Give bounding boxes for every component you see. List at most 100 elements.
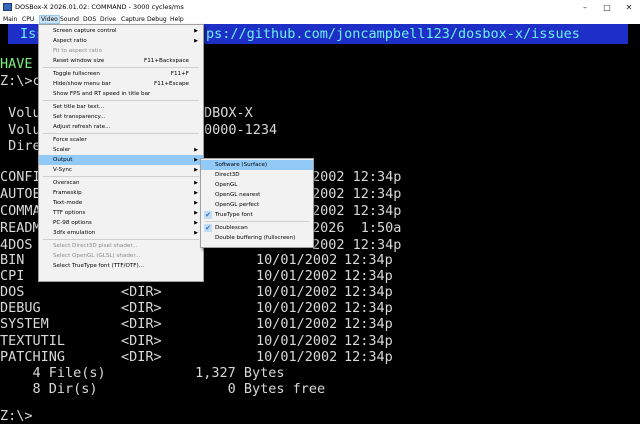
dir-entry-time: 12:34p bbox=[344, 252, 393, 268]
video-menu-item-3dfx-emulation[interactable]: 3dfx emulation ▶ bbox=[39, 228, 203, 238]
dir-entry-tag: <DIR> bbox=[121, 349, 162, 365]
video-menu-item-pc-98-options[interactable]: PC-98 options ▶ bbox=[39, 218, 203, 228]
menu-item-label: TrueType font bbox=[215, 212, 253, 218]
menu-help[interactable]: Help bbox=[170, 15, 184, 24]
output-menu-item-opengl-perfect[interactable]: OpenGL perfect bbox=[201, 200, 313, 210]
dir-entry-name: SYSTEM bbox=[0, 316, 49, 332]
video-menu-item-frameskip[interactable]: Frameskip ▶ bbox=[39, 188, 203, 198]
menu-item-label: Overscan bbox=[53, 180, 80, 186]
video-menu-item-aspect-ratio[interactable]: Aspect ratio ▶ bbox=[39, 36, 203, 46]
dir-entry-date: 10/01/2002 bbox=[256, 333, 338, 349]
video-menu-item-text-mode[interactable]: Text-mode ▶ bbox=[39, 198, 203, 208]
dosbox-app-icon bbox=[3, 3, 12, 11]
video-menu-item-adjust-refresh-rate[interactable]: Adjust refresh rate... bbox=[39, 122, 203, 132]
volume-line-2-tail: 0000-1234 bbox=[204, 122, 278, 138]
video-menu-item-screen-capture-control[interactable]: Screen capture control ▶ bbox=[39, 26, 203, 36]
output-menu-item-truetype-font[interactable]: ✔ TrueType font bbox=[201, 210, 313, 220]
menu-capture[interactable]: Capture bbox=[121, 15, 145, 24]
menu-item-label: Frameskip bbox=[53, 190, 82, 196]
video-menu-item-scaler[interactable]: Scaler ▶ bbox=[39, 145, 203, 155]
menu-item-label: Reset window size bbox=[53, 58, 105, 64]
menu-debug[interactable]: Debug bbox=[147, 15, 167, 24]
video-menu-item-output[interactable]: Output ▶ bbox=[39, 155, 203, 165]
menu-dos[interactable]: DOS bbox=[83, 15, 96, 24]
file-entry-date: 2026 1:50a bbox=[312, 220, 402, 236]
dir-entry-tag: <DIR> bbox=[121, 316, 162, 332]
menu-separator bbox=[205, 221, 309, 222]
menu-video[interactable]: Video bbox=[39, 15, 60, 24]
menu-item-label: Adjust refresh rate... bbox=[53, 124, 111, 130]
menu-item-label: Select Direct3D pixel shader... bbox=[53, 243, 138, 249]
video-menu-item-v-sync[interactable]: V-Sync ▶ bbox=[39, 165, 203, 175]
video-menu-item-reset-window-size[interactable]: Reset window size F11+Backspace bbox=[39, 56, 203, 66]
directory-line: Dire bbox=[0, 138, 41, 154]
video-menu-item-fit-to-aspect-ratio: Fit to aspect ratio bbox=[39, 46, 203, 56]
menu-item-label: Software (Surface) bbox=[215, 162, 268, 168]
menu-item-label: Show FPS and RT speed in title bar bbox=[53, 91, 151, 97]
menu-separator bbox=[43, 176, 199, 177]
prompt-partial: Z:\>c bbox=[0, 73, 41, 89]
submenu-arrow-icon: ▶ bbox=[194, 210, 198, 216]
video-menu-item-select-truetype-font-ttf-otf[interactable]: Select TrueType font (TTF/OTF)... bbox=[39, 261, 203, 271]
summary-dirs: 8 Dir(s) 0 Bytes free bbox=[0, 381, 326, 397]
menu-item-label: Output bbox=[53, 157, 73, 163]
minimize-button[interactable]: – bbox=[574, 0, 596, 14]
file-entry-name: CONFI bbox=[0, 169, 41, 185]
menu-item-label: Scaler bbox=[53, 147, 71, 153]
video-menu-item-overscan[interactable]: Overscan ▶ bbox=[39, 178, 203, 188]
menu-main[interactable]: Main bbox=[3, 15, 17, 24]
output-menu-item-opengl[interactable]: OpenGL bbox=[201, 180, 313, 190]
output-menu-item-opengl-nearest[interactable]: OpenGL nearest bbox=[201, 190, 313, 200]
menu-item-label: Screen capture control bbox=[53, 28, 117, 34]
file-entry-name: 4DOS bbox=[0, 237, 33, 253]
menu-separator bbox=[43, 239, 199, 240]
submenu-arrow-icon: ▶ bbox=[194, 38, 198, 44]
video-menu-item-toggle-fullscreen[interactable]: Toggle fullscreen F11+F bbox=[39, 69, 203, 79]
menu-item-shortcut: F11+F bbox=[170, 71, 189, 77]
submenu-arrow-icon: ▶ bbox=[194, 147, 198, 153]
video-menu-item-show-fps-and-rt-speed-in-title-bar[interactable]: Show FPS and RT speed in title bar bbox=[39, 89, 203, 99]
command-prompt[interactable]: Z:\> bbox=[0, 408, 33, 424]
submenu-arrow-icon: ▶ bbox=[194, 167, 198, 173]
menu-item-label: OpenGL perfect bbox=[215, 202, 260, 208]
window-title: DOSBox-X 2026.01.02: COMMAND - 3000 cycl… bbox=[15, 3, 184, 11]
video-menu-item-select-direct3d-pixel-shader: Select Direct3D pixel shader... bbox=[39, 241, 203, 251]
dir-entry-tag: <DIR> bbox=[121, 333, 162, 349]
menu-item-label: Hide/show menu bar bbox=[53, 81, 111, 87]
menu-item-label: Select TrueType font (TTF/OTF)... bbox=[53, 263, 145, 269]
dir-entry-time: 12:34p bbox=[344, 349, 393, 365]
video-menu-item-hide-show-menu-bar[interactable]: Hide/show menu bar F11+Escape bbox=[39, 79, 203, 89]
menu-drive[interactable]: Drive bbox=[100, 15, 116, 24]
file-entry-date: 2002 12:34p bbox=[312, 203, 402, 219]
output-menu-item-software-surface[interactable]: Software (Surface) bbox=[201, 160, 313, 170]
close-button[interactable]: ✕ bbox=[618, 0, 640, 14]
video-menu-item-select-opengl-glsl-shader: Select OpenGL (GLSL) shader... bbox=[39, 251, 203, 261]
video-menu-item-set-title-bar-text[interactable]: Set title bar text... bbox=[39, 102, 203, 112]
output-menu-item-direct3d[interactable]: Direct3D bbox=[201, 170, 313, 180]
video-menu-item-set-transparency[interactable]: Set transparency... bbox=[39, 112, 203, 122]
menu-item-label: Aspect ratio bbox=[53, 38, 87, 44]
submenu-arrow-icon: ▶ bbox=[194, 200, 198, 206]
menu-sound[interactable]: Sound bbox=[60, 15, 79, 24]
volume-line-1-tail: DBOX-X bbox=[204, 105, 253, 121]
window-controls: – □ ✕ bbox=[574, 0, 640, 14]
dir-entry-time: 12:34p bbox=[344, 300, 393, 316]
file-entry-name: COMMA bbox=[0, 203, 41, 219]
menu-cpu[interactable]: CPU bbox=[22, 15, 34, 24]
menu-item-label: Toggle fullscreen bbox=[53, 71, 100, 77]
submenu-arrow-icon: ▶ bbox=[194, 28, 198, 34]
output-menu-item-double-buffering-fullscreen[interactable]: Double buffering (fullscreen) bbox=[201, 233, 313, 243]
submenu-arrow-icon: ▶ bbox=[194, 157, 198, 163]
maximize-button[interactable]: □ bbox=[596, 0, 618, 14]
video-menu-item-ttf-options[interactable]: TTF options ▶ bbox=[39, 208, 203, 218]
video-menu-item-force-scaler[interactable]: Force scaler bbox=[39, 135, 203, 145]
dir-entry-name: DEBUG bbox=[0, 300, 41, 316]
dir-entry-date: 10/01/2002 bbox=[256, 300, 338, 316]
banner-url: ps://github.com/joncampbell123/dosbox-x/… bbox=[206, 26, 580, 42]
menu-item-label: Force scaler bbox=[53, 137, 87, 143]
menu-separator bbox=[43, 100, 199, 101]
checkmark-icon: ✔ bbox=[204, 211, 212, 219]
volume-line-2: Volu bbox=[0, 122, 41, 138]
menu-item-label: Select OpenGL (GLSL) shader... bbox=[53, 253, 141, 259]
output-menu-item-doublescan[interactable]: ✔ Doublescan bbox=[201, 223, 313, 233]
